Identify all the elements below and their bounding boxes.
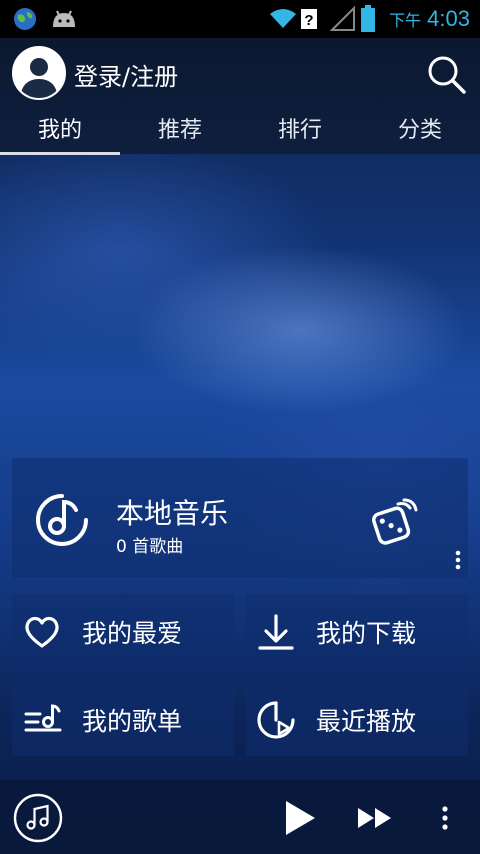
wifi-icon xyxy=(270,9,296,28)
tile-favorites-label: 我的最爱 xyxy=(82,619,183,648)
playlist-icon xyxy=(24,704,62,732)
heart-icon xyxy=(25,616,59,648)
battery-icon xyxy=(361,5,375,32)
clock-ampm: 下午 xyxy=(389,13,422,30)
download-icon xyxy=(258,614,294,650)
next-track-icon[interactable] xyxy=(356,806,394,830)
active-tab-indicator xyxy=(0,152,120,155)
local-music-title: 本地音乐 xyxy=(116,497,229,530)
svg-text:?: ? xyxy=(304,12,313,29)
player-more-icon[interactable] xyxy=(438,804,452,832)
album-art-music-icon[interactable] xyxy=(12,792,64,844)
tile-downloads-label: 我的下载 xyxy=(316,619,417,648)
shuffle-dice-icon[interactable] xyxy=(368,498,418,548)
unknown-sim-icon: ? xyxy=(301,9,317,29)
mini-player-bar xyxy=(0,780,480,854)
music-note-icon xyxy=(36,494,88,546)
local-music-count: 0 首歌曲 xyxy=(116,537,184,557)
tile-downloads[interactable]: 我的下载 xyxy=(246,594,468,668)
tile-favorites[interactable]: 我的最爱 xyxy=(12,594,234,668)
tile-playlists-label: 我的歌单 xyxy=(82,707,183,736)
recent-play-icon xyxy=(257,701,295,739)
tab-recommend[interactable]: 推荐 xyxy=(120,114,240,154)
tab-bar: 我的 推荐 排行 分类 xyxy=(0,114,480,156)
status-bar: ? 下午 4:03 xyxy=(0,0,480,38)
search-icon[interactable] xyxy=(426,54,466,94)
avatar[interactable] xyxy=(12,46,66,100)
tile-recent[interactable]: 最近播放 xyxy=(246,682,468,756)
play-icon[interactable] xyxy=(282,798,318,838)
tab-category[interactable]: 分类 xyxy=(360,114,480,154)
local-music-card[interactable]: 本地音乐 0 首歌曲 xyxy=(12,458,468,578)
more-options-icon[interactable] xyxy=(452,548,464,572)
tile-playlists[interactable]: 我的歌单 xyxy=(12,682,234,756)
user-icon xyxy=(14,48,64,98)
tab-mine[interactable]: 我的 xyxy=(0,114,120,154)
signal-icon xyxy=(330,6,355,31)
tab-ranking[interactable]: 排行 xyxy=(240,114,360,154)
clock-time: 4:03 xyxy=(427,6,470,31)
android-icon xyxy=(53,10,75,27)
app-header: 登录/注册 我的 推荐 排行 分类 xyxy=(0,38,480,156)
clock: 下午 4:03 xyxy=(389,6,470,32)
globe-icon xyxy=(14,8,36,30)
login-register-link[interactable]: 登录/注册 xyxy=(74,57,178,92)
tile-recent-label: 最近播放 xyxy=(316,707,417,736)
